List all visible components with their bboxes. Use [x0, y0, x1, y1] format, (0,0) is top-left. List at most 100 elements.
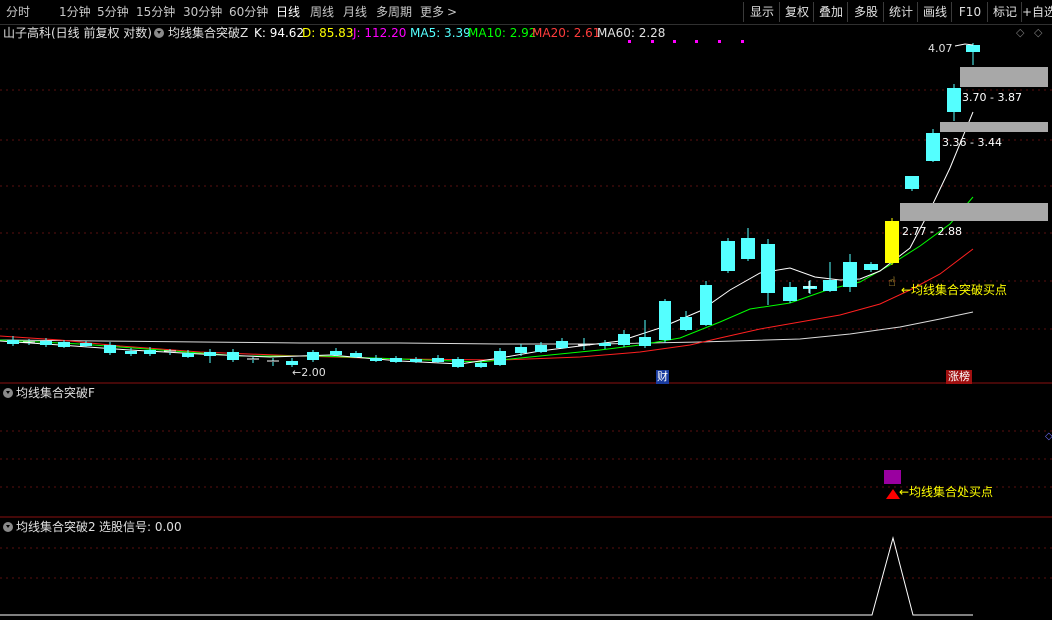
candle-body [390, 358, 402, 362]
kdj-dot [718, 40, 721, 43]
candle-body [307, 352, 319, 360]
panel2-menu-icon[interactable] [3, 388, 13, 398]
rank-tag[interactable]: 涨榜 [946, 370, 972, 384]
candlesticks[interactable] [7, 43, 980, 368]
candle-body [535, 345, 547, 352]
ma20-path [0, 248, 974, 361]
buy-signal-label: ←均线集合突破买点 [901, 283, 1008, 297]
candle-body [227, 352, 239, 360]
candle-body [761, 244, 775, 293]
candle-body [7, 340, 19, 344]
selection-signal-line [0, 536, 973, 616]
timeframe-tab-weekly[interactable]: 周线 [310, 4, 334, 20]
zone-band [940, 122, 1048, 132]
draw-line-button[interactable]: 画线 [917, 2, 952, 22]
candle-body [494, 351, 506, 365]
zone-label-2: 3.36 - 3.44 [942, 136, 1002, 149]
candle-body [125, 351, 137, 354]
timeframe-tab-60min[interactable]: 60分钟 [229, 4, 268, 20]
candle-body [515, 347, 527, 353]
ma20-value: MA20: 2.61 [532, 26, 601, 40]
candle-body [783, 287, 797, 301]
timeframe-tab-monthly[interactable]: 月线 [343, 4, 367, 20]
mark-button[interactable]: 标记 [987, 2, 1022, 22]
buy-triangle [886, 489, 900, 499]
candle-body [80, 343, 92, 346]
ma10-value: MA10: 2.92 [468, 26, 537, 40]
candle-body [639, 337, 651, 346]
overlay-button[interactable]: 叠加 [813, 2, 848, 22]
high-price-label: 4.07 [928, 42, 953, 55]
kdj-dot [741, 40, 744, 43]
candle-body [721, 241, 735, 271]
candle-body [885, 221, 899, 263]
candle-body [432, 358, 444, 362]
kdj-dot [628, 40, 631, 43]
ma5-value: MA5: 3.39 [410, 26, 471, 40]
candle-body [40, 341, 52, 345]
adjust-button[interactable]: 复权 [779, 2, 814, 22]
timeframe-tab-minute[interactable]: 分时 [6, 4, 30, 20]
ma20-line [0, 248, 974, 361]
panel2-title[interactable]: 均线集合突破F [16, 386, 95, 400]
candle-body [823, 280, 837, 291]
candle-body [864, 264, 878, 270]
collapse-icon[interactable]: ◇ [1034, 26, 1042, 40]
candle-body [350, 353, 362, 357]
timeframe-tab-daily[interactable]: 日线 [276, 4, 300, 20]
timeframe-tab-30min[interactable]: 30分钟 [183, 4, 222, 20]
candle-body [659, 301, 671, 340]
timeframe-tab-1min[interactable]: 1分钟 [59, 4, 91, 20]
candle-body [947, 88, 961, 112]
candle-body [452, 359, 464, 367]
f10-button[interactable]: F10 [951, 2, 988, 22]
multi-stock-button[interactable]: 多股 [847, 2, 884, 22]
finance-tag[interactable]: 财 [656, 370, 669, 384]
candle-body [182, 353, 194, 357]
kdj-d-value: D: 85.83 [302, 26, 354, 40]
diamond-icon[interactable]: ◇ [1016, 26, 1024, 40]
indicator-name[interactable]: 均线集合突破Z [168, 26, 248, 40]
add-watchlist-button[interactable]: +自选 [1021, 2, 1052, 22]
timeframe-tab-5min[interactable]: 5分钟 [97, 4, 129, 20]
indicator-menu-icon[interactable] [154, 28, 164, 38]
candle-body [926, 133, 940, 161]
candle-body [741, 238, 755, 259]
ma60-value: MA60: 2.28 [597, 26, 666, 40]
candle-body [104, 345, 116, 353]
signal-bar [884, 470, 901, 484]
zone-label-3: 2.77 - 2.88 [902, 225, 962, 238]
candle-body [330, 351, 342, 355]
statistics-button[interactable]: 统计 [883, 2, 918, 22]
edge-marker: ◇ [1045, 431, 1052, 442]
hand-pointer-icon: ☝ [888, 275, 896, 290]
candle-body [680, 317, 692, 330]
candle-body [966, 45, 980, 52]
candle-body [204, 352, 216, 356]
kdj-dot [695, 40, 698, 43]
ma10-path [0, 196, 974, 363]
kdj-dot [673, 40, 676, 43]
candle-body [700, 285, 712, 325]
candle-body [599, 343, 611, 346]
ma10-line [0, 196, 974, 363]
timeframe-tab-15min[interactable]: 15分钟 [136, 4, 175, 20]
candle-body [905, 176, 919, 189]
panel2-signal-label: ←均线集合处买点 [899, 485, 994, 499]
display-button[interactable]: 显示 [743, 2, 780, 22]
candle-body [144, 350, 156, 354]
panel3-value: 选股信号: 0.00 [99, 520, 182, 534]
zone-label-1: 3.70 - 3.87 [962, 91, 1022, 104]
panel3-title[interactable]: 均线集合突破2 [16, 520, 96, 534]
panel3-menu-icon[interactable] [3, 522, 13, 532]
candle-body [475, 363, 487, 367]
kdj-j-value: J: 112.20 [353, 26, 407, 40]
timeframe-tab-multi[interactable]: 多周期 [376, 4, 412, 20]
candle-body [556, 341, 568, 348]
candle-body [410, 359, 422, 362]
candle-body [58, 342, 70, 347]
chevron-right-icon: > [447, 5, 458, 19]
more-label: 更多 [420, 5, 445, 19]
zone-band [960, 67, 1048, 87]
timeframe-tab-more[interactable]: 更多 > [420, 4, 457, 20]
